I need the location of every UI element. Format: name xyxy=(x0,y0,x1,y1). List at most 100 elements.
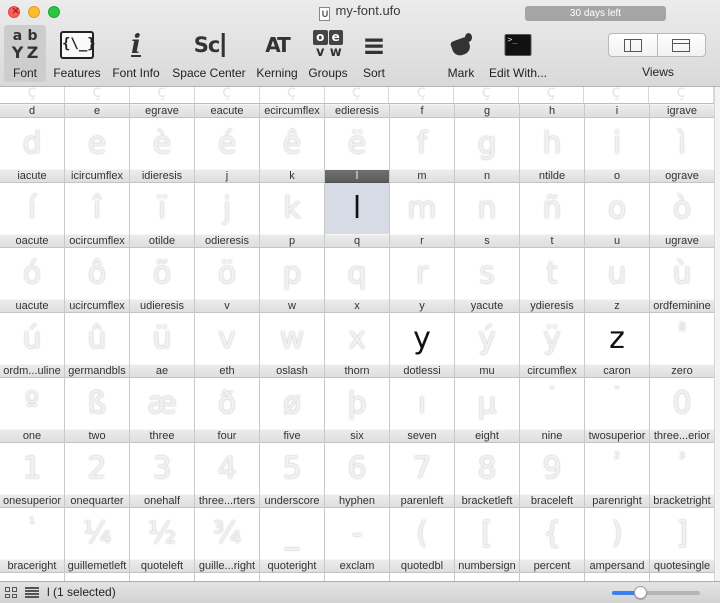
glyph-cell[interactable]: yacute ý xyxy=(455,299,520,364)
zoom-window-icon[interactable] xyxy=(48,6,60,18)
glyph-cell[interactable]: jj xyxy=(195,169,260,234)
list-view-icon[interactable] xyxy=(25,587,39,598)
glyph-cell[interactable]: three...rters ¾ xyxy=(195,494,260,559)
glyph-cell[interactable]: parenright) xyxy=(585,494,650,559)
glyph-cell[interactable]: ampersand& xyxy=(585,559,650,581)
glyph-cell[interactable]: uu xyxy=(585,234,650,299)
glyph-cell[interactable]: ordfeminine ª xyxy=(650,299,714,364)
glyph-cell[interactable]: caron ˇ xyxy=(585,364,650,429)
glyph-cell[interactable]: pp xyxy=(260,234,325,299)
glyph-cell[interactable]: nine 9 xyxy=(520,429,585,494)
glyph-cell[interactable]: braceleft{ xyxy=(520,494,585,559)
glyph-cell[interactable]: quotesingle' xyxy=(650,559,714,581)
kerning-tool-button[interactable]: AT Kerning xyxy=(252,25,302,82)
glyph-cell[interactable]: dotlessi ı xyxy=(390,364,455,429)
minimize-window-icon[interactable] xyxy=(28,6,40,18)
glyph-cell[interactable]: oo xyxy=(585,169,650,234)
glyph-cell[interactable]: four 4 xyxy=(195,429,260,494)
close-window-icon[interactable] xyxy=(8,4,20,18)
glyph-cell[interactable]: vv xyxy=(195,299,260,364)
glyph-cell[interactable]: seven 7 xyxy=(390,429,455,494)
glyph-cell[interactable]: braceright} xyxy=(0,559,65,581)
glyph-cell[interactable]: parenleft( xyxy=(390,494,455,559)
glyph-cell[interactable]: onequarter ¼ xyxy=(65,494,130,559)
partial-glyph[interactable]: ç xyxy=(65,87,130,103)
glyph-cell[interactable]: ocircumflex ô xyxy=(65,234,130,299)
glyph-cell[interactable]: six 6 xyxy=(325,429,390,494)
glyph-cell[interactable]: twosuperior ² xyxy=(585,429,650,494)
glyph-cell[interactable]: mu µ xyxy=(455,364,520,429)
glyph-cell[interactable]: quoteright’ xyxy=(260,559,325,581)
glyph-cell[interactable]: odieresis ö xyxy=(195,234,260,299)
glyph-cell[interactable]: underscore _ xyxy=(260,494,325,559)
glyph-cell[interactable]: ll xyxy=(325,169,390,234)
edit-with-tool-button[interactable]: >_ Edit With... xyxy=(484,25,552,82)
glyph-cell[interactable]: eth ð xyxy=(195,364,260,429)
partial-glyph[interactable]: ç xyxy=(389,87,455,103)
glyph-cell[interactable]: guille...right» xyxy=(195,559,260,581)
glyph-cell[interactable]: edieresis ë xyxy=(325,104,390,169)
glyph-cell[interactable]: ntilde ñ xyxy=(520,169,585,234)
glyph-cell[interactable]: yy xyxy=(390,299,455,364)
partial-glyph[interactable]: ç xyxy=(519,87,585,103)
glyph-cell[interactable]: ydieresis ÿ xyxy=(520,299,585,364)
partial-glyph[interactable]: ç xyxy=(195,87,260,103)
partial-glyph[interactable]: ç xyxy=(0,87,65,103)
glyph-cell[interactable]: three 3 xyxy=(130,429,195,494)
glyph-cell[interactable]: ordm...uline º xyxy=(0,364,65,429)
font-tool-button[interactable]: a b Y Z Font xyxy=(4,25,46,82)
glyph-cell[interactable]: eight 8 xyxy=(455,429,520,494)
partial-glyph[interactable]: ç xyxy=(649,87,714,103)
glyph-cell[interactable]: xx xyxy=(325,299,390,364)
space-center-tool-button[interactable]: Sc Space Center xyxy=(168,25,250,82)
glyph-cell[interactable]: ss xyxy=(455,234,520,299)
glyph-cell[interactable]: gg xyxy=(455,104,520,169)
glyph-cell[interactable]: one 1 xyxy=(0,429,65,494)
features-tool-button[interactable]: {\_} Features xyxy=(50,25,104,82)
glyph-cell[interactable]: qq xyxy=(325,234,390,299)
zoom-slider[interactable] xyxy=(612,586,700,599)
glyph-cell[interactable]: ff xyxy=(390,104,455,169)
glyph-cell[interactable]: oslash ø xyxy=(260,364,325,429)
partial-glyph[interactable]: ç xyxy=(130,87,195,103)
grid-view-icon[interactable] xyxy=(5,587,17,598)
glyph-cell[interactable]: ee xyxy=(65,104,130,169)
glyph-cell[interactable]: iacute í xyxy=(0,169,65,234)
partial-glyph[interactable]: ç xyxy=(325,87,390,103)
partial-glyph[interactable]: ç xyxy=(584,87,650,103)
partial-glyph[interactable]: ç xyxy=(260,87,325,103)
glyph-cell[interactable]: idieresis ï xyxy=(130,169,195,234)
glyph-cell[interactable]: ww xyxy=(260,299,325,364)
sort-tool-button[interactable]: ≡ Sort xyxy=(354,25,394,82)
trial-badge[interactable]: 30 days left xyxy=(525,6,666,21)
glyph-cell[interactable]: bracketright] xyxy=(650,494,714,559)
glyph-cell[interactable]: ae æ xyxy=(130,364,195,429)
glyph-cell[interactable]: mm xyxy=(390,169,455,234)
glyph-cell[interactable]: percent% xyxy=(520,559,585,581)
glyph-grid[interactable]: ççççççççççç d d e e egrave è eacute é ecircumfle… xyxy=(0,87,714,581)
glyph-cell[interactable]: otilde õ xyxy=(130,234,195,299)
glyph-cell[interactable]: ograve ò xyxy=(650,169,714,234)
glyph-cell[interactable]: circumflex ˆ xyxy=(520,364,585,429)
glyph-cell[interactable]: tt xyxy=(520,234,585,299)
view-sidebar-button[interactable] xyxy=(609,34,657,56)
glyph-cell[interactable]: exclam! xyxy=(325,559,390,581)
glyph-cell[interactable]: quoteleft‘ xyxy=(130,559,195,581)
glyph-cell[interactable]: ugrave ù xyxy=(650,234,714,299)
glyph-cell[interactable]: nn xyxy=(455,169,520,234)
glyph-cell[interactable]: egrave è xyxy=(130,104,195,169)
glyph-cell[interactable]: bracketleft[ xyxy=(455,494,520,559)
glyph-cell[interactable]: five 5 xyxy=(260,429,325,494)
glyph-cell[interactable]: dd xyxy=(0,104,65,169)
mark-tool-button[interactable]: Mark xyxy=(440,25,482,82)
glyph-cell[interactable]: kk xyxy=(260,169,325,234)
glyph-cell[interactable]: hyphen - xyxy=(325,494,390,559)
glyph-cell[interactable]: guillemetleft« xyxy=(65,559,130,581)
glyph-cell[interactable]: onehalf ½ xyxy=(130,494,195,559)
glyph-cell[interactable]: quotedbl" xyxy=(390,559,455,581)
glyph-cell[interactable]: oacute ó xyxy=(0,234,65,299)
glyph-cell[interactable]: ucircumflex û xyxy=(65,299,130,364)
partial-glyph[interactable]: ç xyxy=(454,87,520,103)
glyph-cell[interactable]: rr xyxy=(390,234,455,299)
glyph-cell[interactable]: numbersign# xyxy=(455,559,520,581)
